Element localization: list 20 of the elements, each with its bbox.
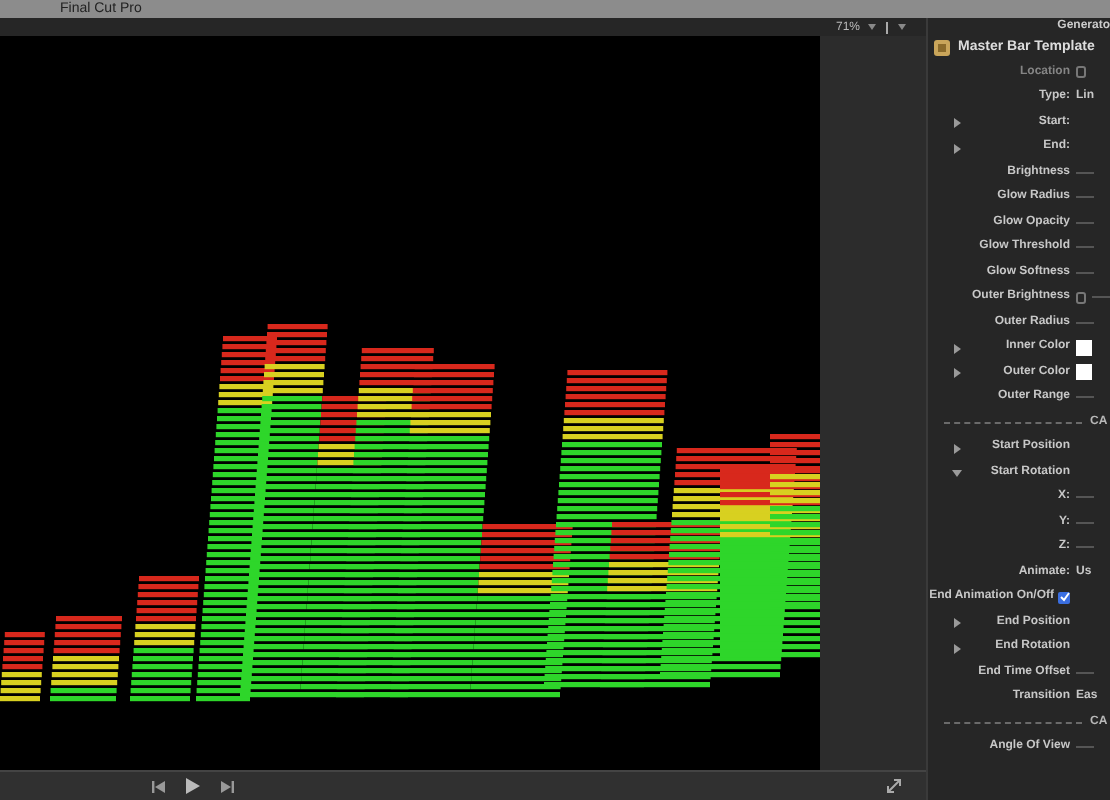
disclosure-triangle-icon[interactable]: [952, 118, 962, 128]
keyframe-icon[interactable]: [1076, 291, 1086, 304]
next-icon[interactable]: [220, 779, 234, 793]
disclosure-triangle-icon[interactable]: [952, 643, 962, 653]
disclosure-triangle-icon[interactable]: [952, 443, 962, 453]
play-icon[interactable]: [186, 778, 200, 794]
disclosure-triangle-icon[interactable]: [952, 343, 962, 353]
fullscreen-icon[interactable]: [886, 778, 902, 794]
disclosure-triangle-icon[interactable]: [952, 368, 962, 378]
color-swatch[interactable]: [1076, 339, 1092, 356]
view-options-icon[interactable]: [884, 21, 890, 33]
checkbox[interactable]: [1058, 591, 1070, 604]
color-swatch[interactable]: [1076, 364, 1092, 381]
previous-icon[interactable]: [152, 779, 166, 793]
caret-icon[interactable]: [868, 24, 876, 30]
disclosure-triangle-icon[interactable]: [952, 618, 962, 628]
disclosure-triangle-icon[interactable]: [952, 468, 962, 478]
generator-icon: [934, 40, 950, 56]
disclosure-triangle-icon[interactable]: [952, 143, 962, 153]
caret-icon[interactable]: [898, 24, 906, 30]
